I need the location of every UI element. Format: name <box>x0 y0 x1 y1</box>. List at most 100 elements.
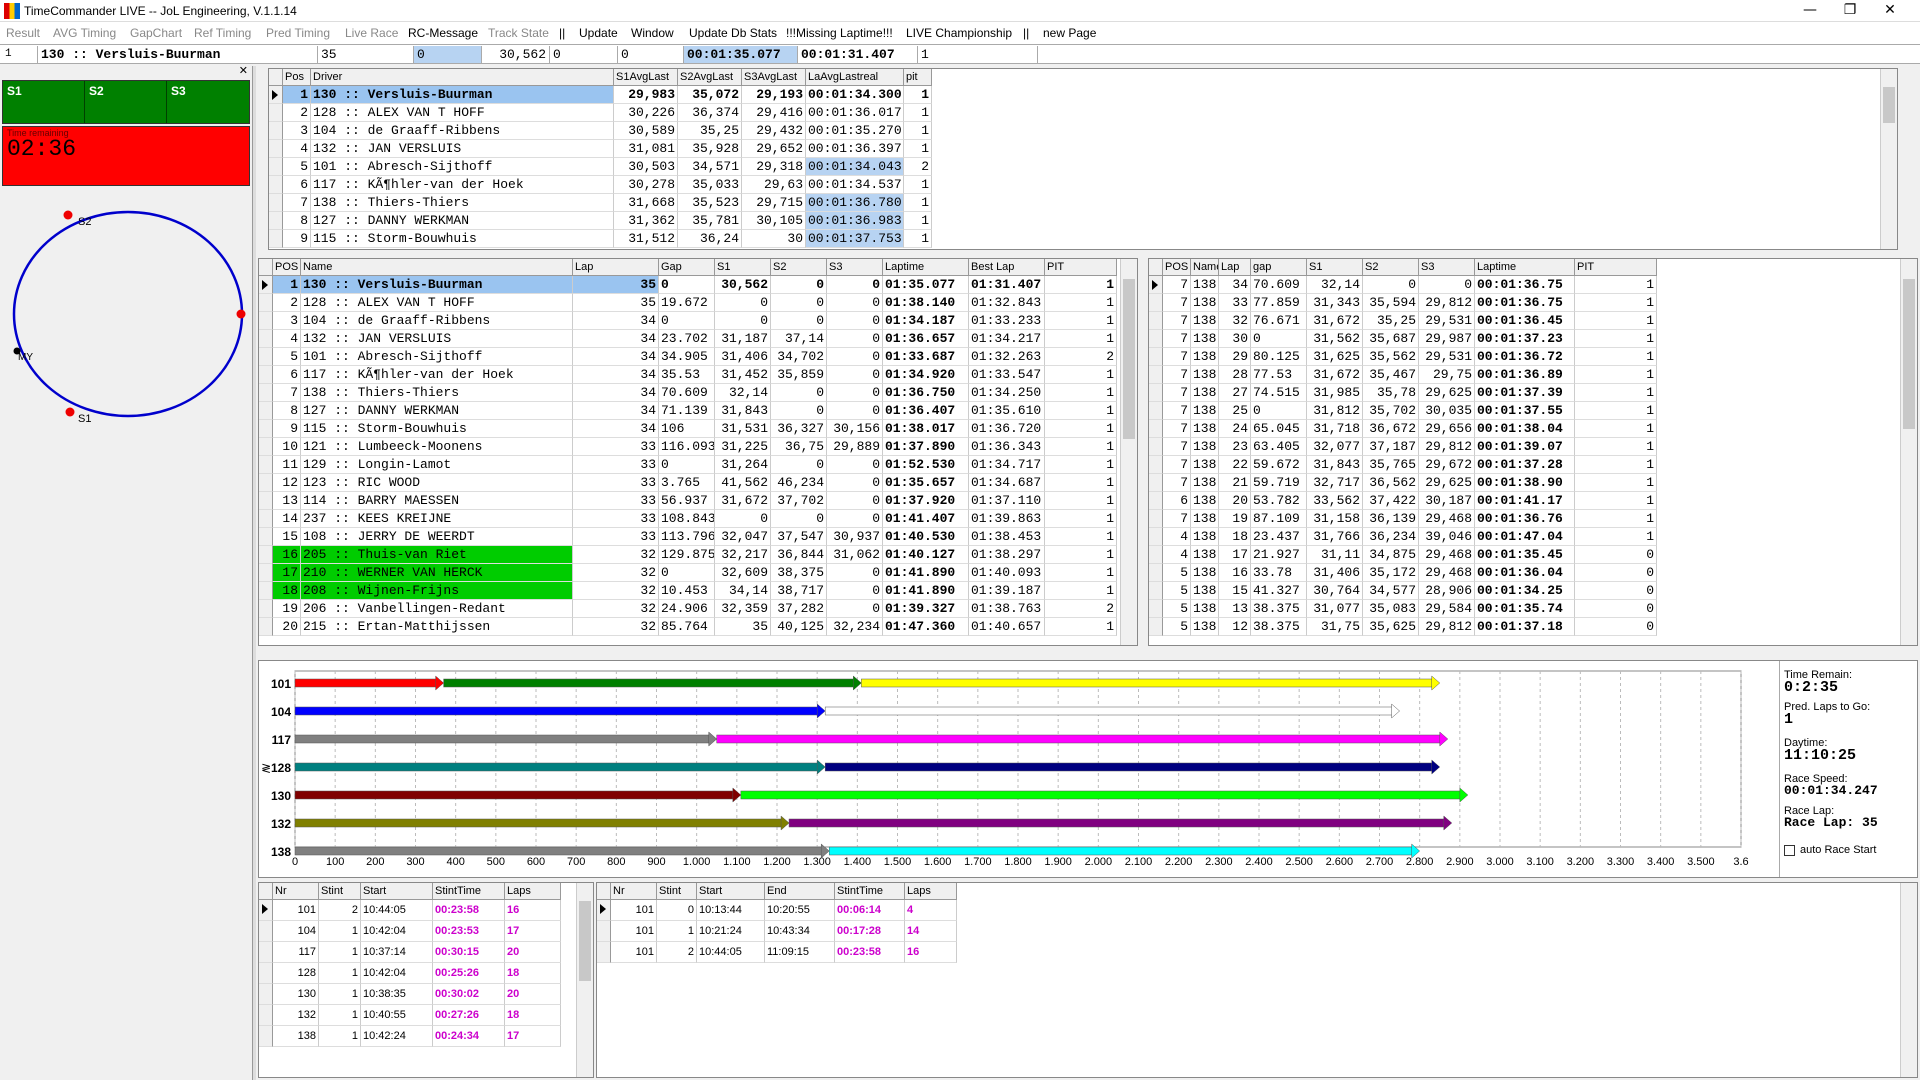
row-indicator[interactable] <box>269 212 283 230</box>
minimize-button[interactable]: — <box>1790 0 1830 22</box>
row-indicator[interactable] <box>269 230 283 248</box>
avg-scrollbar[interactable] <box>1880 69 1897 249</box>
lap-table-header[interactable]: S2 <box>1363 259 1419 276</box>
row-indicator[interactable] <box>269 176 283 194</box>
row-indicator[interactable] <box>269 158 283 176</box>
menu-window[interactable]: Window <box>631 26 674 40</box>
row-indicator[interactable] <box>1149 546 1163 564</box>
menu-pred-timing[interactable]: Pred Timing <box>266 26 330 40</box>
row-indicator[interactable] <box>259 402 273 420</box>
row-indicator[interactable] <box>1149 492 1163 510</box>
row-indicator[interactable] <box>259 510 273 528</box>
row-indicator[interactable] <box>1149 600 1163 618</box>
menu-update[interactable]: Update <box>579 26 618 40</box>
lap-table-header[interactable]: S3 <box>1419 259 1475 276</box>
race-table-header[interactable]: Lap <box>573 259 659 276</box>
row-indicator[interactable] <box>259 276 273 294</box>
row-indicator[interactable] <box>259 438 273 456</box>
row-indicator[interactable] <box>259 528 273 546</box>
row-indicator[interactable] <box>259 942 273 963</box>
lap-table-header[interactable]: PIT <box>1575 259 1657 276</box>
row-indicator[interactable] <box>1149 528 1163 546</box>
splitter[interactable] <box>252 66 256 1080</box>
row-indicator[interactable] <box>259 618 273 636</box>
row-indicator[interactable] <box>1149 456 1163 474</box>
menu-missing-laptime[interactable]: !!!Missing Laptime!!! <box>786 26 893 40</box>
row-indicator[interactable] <box>259 420 273 438</box>
row-indicator[interactable] <box>597 942 611 963</box>
row-indicator[interactable] <box>259 294 273 312</box>
row-indicator[interactable] <box>1149 582 1163 600</box>
row-indicator[interactable] <box>259 546 273 564</box>
stint-table-header[interactable]: Laps <box>505 883 561 900</box>
avg-table-header[interactable]: S3AvgLast <box>742 69 806 86</box>
stint-detail-scrollbar[interactable] <box>1900 883 1917 1077</box>
row-indicator[interactable] <box>259 984 273 1005</box>
maximize-button[interactable]: ❐ <box>1830 0 1870 22</box>
race-table-header[interactable]: Gap <box>659 259 715 276</box>
avg-table-header[interactable]: Driver <box>311 69 614 86</box>
row-indicator[interactable] <box>1149 330 1163 348</box>
row-indicator[interactable] <box>259 600 273 618</box>
row-indicator[interactable] <box>259 330 273 348</box>
race-table-header[interactable]: S3 <box>827 259 883 276</box>
row-indicator[interactable] <box>259 474 273 492</box>
row-indicator[interactable] <box>259 348 273 366</box>
row-indicator[interactable] <box>597 900 611 921</box>
menu-result[interactable]: Result <box>6 26 40 40</box>
row-indicator[interactable] <box>1149 384 1163 402</box>
menu-new-page[interactable]: new Page <box>1043 26 1096 40</box>
lap-table-header[interactable]: Name <box>1191 259 1219 276</box>
row-indicator[interactable] <box>1149 474 1163 492</box>
row-indicator[interactable] <box>1149 564 1163 582</box>
row-indicator[interactable] <box>269 140 283 158</box>
menu-live-race[interactable]: Live Race <box>345 26 398 40</box>
avg-table-header[interactable]: pit <box>904 69 932 86</box>
race-table-header[interactable]: Laptime <box>883 259 969 276</box>
stint-table-header[interactable]: Stint <box>319 883 361 900</box>
close-icon[interactable]: ✕ <box>239 64 248 77</box>
lap-table-header[interactable]: Lap <box>1219 259 1251 276</box>
row-indicator[interactable] <box>597 921 611 942</box>
row-indicator[interactable] <box>269 104 283 122</box>
stint-detail-header[interactable]: Laps <box>905 883 957 900</box>
row-indicator[interactable] <box>259 384 273 402</box>
row-indicator[interactable] <box>1149 294 1163 312</box>
stint-table-header[interactable]: Nr <box>273 883 319 900</box>
avg-table-header[interactable]: S1AvgLast <box>614 69 678 86</box>
row-indicator[interactable] <box>259 582 273 600</box>
lap-table-header[interactable]: POS <box>1163 259 1191 276</box>
row-indicator[interactable] <box>259 963 273 984</box>
row-indicator[interactable] <box>259 564 273 582</box>
avg-table-header[interactable]: LaAvgLastreal <box>806 69 904 86</box>
race-table-header[interactable]: PIT <box>1045 259 1117 276</box>
menu-gapchart[interactable]: GapChart <box>130 26 182 40</box>
row-indicator[interactable] <box>1149 420 1163 438</box>
stint-detail-header[interactable]: Stint <box>657 883 697 900</box>
row-indicator[interactable] <box>259 366 273 384</box>
lap-table-header[interactable]: Laptime <box>1475 259 1575 276</box>
stint-scrollbar[interactable] <box>576 883 593 1077</box>
menu-update-db-stats[interactable]: Update Db Stats <box>689 26 777 40</box>
race-table-header[interactable]: POS <box>273 259 301 276</box>
row-indicator[interactable] <box>1149 402 1163 420</box>
row-indicator[interactable] <box>259 312 273 330</box>
avg-table-header[interactable]: Pos <box>283 69 311 86</box>
row-indicator[interactable] <box>269 122 283 140</box>
row-indicator[interactable] <box>269 194 283 212</box>
stint-table-header[interactable]: StintTime <box>433 883 505 900</box>
row-indicator[interactable] <box>259 456 273 474</box>
race-table-header[interactable]: Best Lap <box>969 259 1045 276</box>
race-scrollbar[interactable] <box>1120 259 1137 645</box>
stint-detail-header[interactable]: StintTime <box>835 883 905 900</box>
row-indicator[interactable] <box>1149 276 1163 294</box>
race-table-header[interactable]: S1 <box>715 259 771 276</box>
menu-track-state[interactable]: Track State <box>488 26 549 40</box>
close-button[interactable]: ✕ <box>1870 0 1910 22</box>
menu-rc-message[interactable]: RC-Message <box>408 26 478 40</box>
row-indicator[interactable] <box>269 86 283 104</box>
menu-live-championship[interactable]: LIVE Championship <box>906 26 1012 40</box>
row-indicator[interactable] <box>259 900 273 921</box>
row-indicator[interactable] <box>259 1005 273 1026</box>
lap-scrollbar[interactable] <box>1900 259 1917 645</box>
